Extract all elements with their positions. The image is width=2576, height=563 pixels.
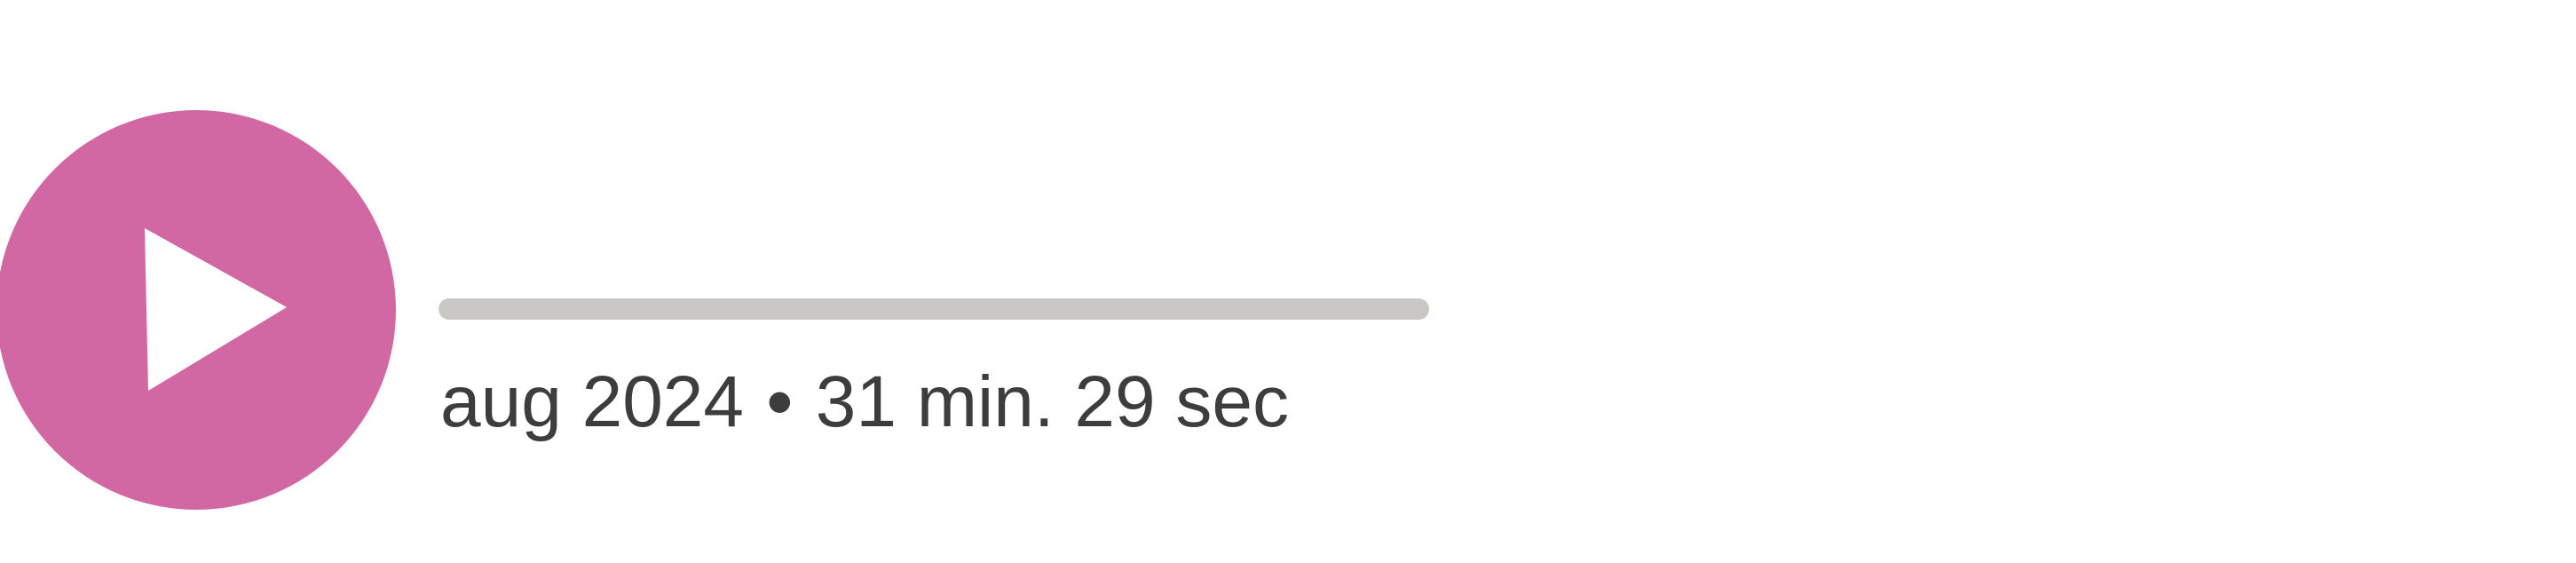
play-button[interactable] bbox=[0, 110, 396, 510]
audio-player: aug 2024 • 31 min. 29 sec bbox=[0, 0, 2576, 563]
meta-separator: • bbox=[767, 361, 793, 442]
episode-date: aug 2024 bbox=[440, 361, 745, 442]
episode-meta: aug 2024 • 31 min. 29 sec bbox=[440, 362, 1289, 442]
episode-duration: 31 min. 29 sec bbox=[815, 361, 1290, 442]
progress-bar[interactable] bbox=[439, 298, 1429, 320]
play-icon bbox=[0, 110, 396, 510]
